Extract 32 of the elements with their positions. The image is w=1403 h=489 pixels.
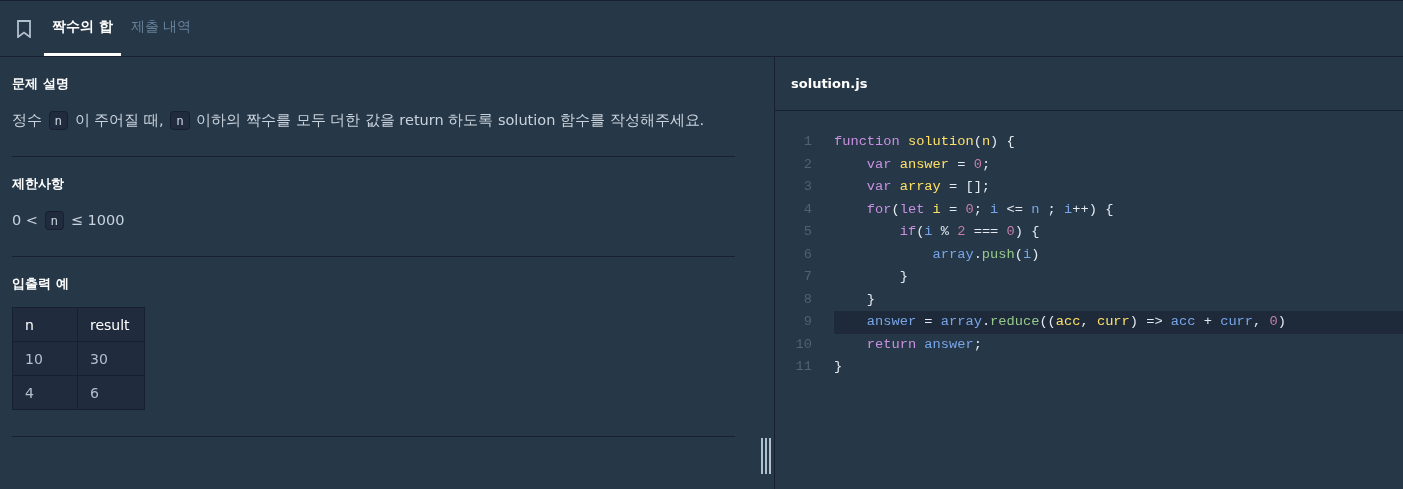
table-header: result [77,307,145,342]
code-line: var answer = 0; [865,155,991,174]
resize-handle[interactable] [761,438,771,474]
inline-code: n [170,111,190,130]
code-line: } [898,268,908,286]
table-header: n [12,307,78,342]
table-cell: 10 [12,341,78,376]
bookmark-icon[interactable] [16,19,32,38]
code-line: } [865,290,876,309]
description-text: 이 주어질 때, [73,112,165,128]
code-line: answer = array.reduce((acc, curr) => acc + curr, 0) [865,313,1286,331]
table-cell: 6 [77,375,145,410]
description-text: 정수 [12,112,43,128]
table-cell: 30 [77,341,145,376]
code-line: if(i % 2 === 0) { [898,223,1040,241]
description-text: 0 < [12,212,39,228]
section-heading: 제한사항 [12,175,65,193]
code-line: var array = []; [865,178,991,196]
description-text: ≤ 1000 [69,212,125,228]
description-text: 이하의 짝수를 모두 더한 값을 return 하도록 solution 함수를 작성해주세요. [195,112,705,128]
file-name: solution.js [775,57,1403,111]
code-line: array.push(i) [931,245,1040,264]
code-line: return answer; [865,335,982,354]
inline-code: n [48,111,69,130]
table-cell: 4 [12,375,78,410]
section-heading: 문제 설명 [12,75,70,93]
inline-code: n [44,211,65,230]
code-line: for(let i = 0; i <= n ; i++) { [865,200,1114,219]
code-line: function solution(n) { [834,133,1015,151]
tab[interactable]: 짝수의 합 [44,1,121,56]
section-heading: 입출력 예 [12,275,70,293]
code-line: } [834,358,843,376]
